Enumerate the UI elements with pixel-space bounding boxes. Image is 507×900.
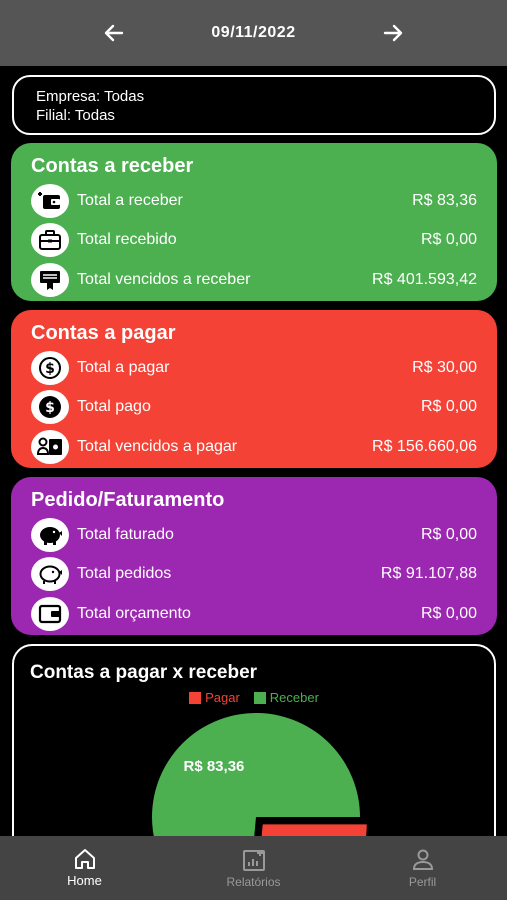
nav-home[interactable]: Home (0, 836, 169, 900)
row-value: R$ 0,00 (420, 525, 477, 543)
filial-filter: Filial: Todas (36, 107, 115, 124)
list-item[interactable]: Total faturado R$ 0,00 (31, 515, 477, 555)
legend-swatch-receber (253, 691, 266, 704)
list-item[interactable]: Total pedidos R$ 91.107,88 (31, 555, 477, 595)
piggy-bank-outline-icon (31, 557, 69, 592)
list-item[interactable]: Total vencidos a receber R$ 401.593,42 (31, 260, 477, 300)
current-date[interactable]: 09/11/2022 (211, 24, 295, 42)
pie-label-receber: R$ 83,36 (184, 758, 245, 775)
next-date-button[interactable] (379, 19, 407, 47)
home-icon (74, 849, 95, 869)
nav-label: Home (67, 873, 102, 888)
list-item[interactable]: $ Total a pagar R$ 30,00 (31, 348, 477, 388)
row-value: R$ 83,36 (412, 191, 477, 209)
empresa-filter: Empresa: Todas (36, 88, 145, 105)
nav-relatorios[interactable]: Relatórios (169, 836, 338, 900)
dollar-circle-outline-icon: $ (31, 350, 69, 385)
list-item[interactable]: $ Total pago R$ 0,00 (31, 388, 477, 428)
row-value: R$ 0,00 (420, 398, 477, 416)
pedido-faturamento-card[interactable]: Pedido/Faturamento Total faturado R$ 0,0… (11, 477, 497, 635)
card-title: Contas a pagar (31, 322, 176, 344)
reports-icon (242, 849, 265, 871)
row-label: Total vencidos a receber (77, 270, 251, 288)
list-item[interactable]: Total a receber R$ 83,36 (31, 181, 477, 221)
top-bar: 09/11/2022 (0, 0, 507, 66)
row-value: R$ 401.593,42 (372, 270, 477, 288)
cash-user-icon (31, 429, 69, 464)
row-label: Total vencidos a pagar (77, 437, 238, 455)
row-value: R$ 0,00 (420, 604, 477, 622)
arrow-right-icon (383, 24, 403, 42)
row-label: Total pago (77, 398, 151, 416)
row-value: R$ 0,00 (420, 231, 477, 249)
arrow-left-icon (104, 24, 124, 42)
wallet-plus-icon (31, 183, 69, 218)
card-title: Contas a receber (31, 155, 194, 177)
wallet-icon (31, 596, 69, 631)
row-value: R$ 156.660,06 (372, 437, 477, 455)
card-title: Pedido/Faturamento (31, 489, 225, 511)
legend-item-pagar[interactable]: Pagar (189, 690, 240, 705)
row-value: R$ 91.107,88 (380, 565, 477, 583)
row-label: Total orçamento (77, 604, 191, 622)
briefcase-icon (31, 223, 69, 258)
chart-title: Contas a pagar x receber (30, 662, 258, 683)
chart-legend: Pagar Receber (14, 690, 494, 705)
nav-perfil[interactable]: Perfil (338, 836, 507, 900)
row-label: Total recebido (77, 231, 177, 249)
contas-a-pagar-card[interactable]: Contas a pagar $ Total a pagar R$ 30,00 … (11, 310, 497, 468)
filter-box[interactable]: Empresa: Todas Filial: Todas (12, 75, 496, 135)
nav-label: Relatórios (226, 874, 281, 889)
row-label: Total faturado (77, 525, 174, 543)
bottom-navigation: Home Relatórios Perfil (0, 836, 507, 900)
svg-text:$: $ (45, 361, 55, 377)
certificate-icon (31, 262, 69, 297)
row-label: Total a pagar (77, 358, 170, 376)
list-item[interactable]: Total vencidos a pagar R$ 156.660,06 (31, 427, 477, 467)
legend-label: Pagar (205, 690, 240, 705)
previous-date-button[interactable] (100, 19, 128, 47)
piggy-bank-icon (31, 517, 69, 552)
legend-swatch-pagar (189, 691, 202, 704)
list-item[interactable]: Total recebido R$ 0,00 (31, 221, 477, 261)
legend-item-receber[interactable]: Receber (253, 690, 319, 705)
dollar-circle-icon: $ (31, 390, 69, 425)
svg-text:$: $ (45, 400, 55, 416)
row-value: R$ 30,00 (412, 358, 477, 376)
nav-label: Perfil (408, 874, 437, 889)
list-item[interactable]: Total orçamento R$ 0,00 (31, 594, 477, 634)
contas-a-receber-card[interactable]: Contas a receber Total a receber R$ 83,3… (11, 143, 497, 301)
legend-label: Receber (269, 690, 319, 705)
row-label: Total a receber (77, 191, 183, 209)
row-label: Total pedidos (77, 565, 172, 583)
user-icon (412, 849, 433, 870)
